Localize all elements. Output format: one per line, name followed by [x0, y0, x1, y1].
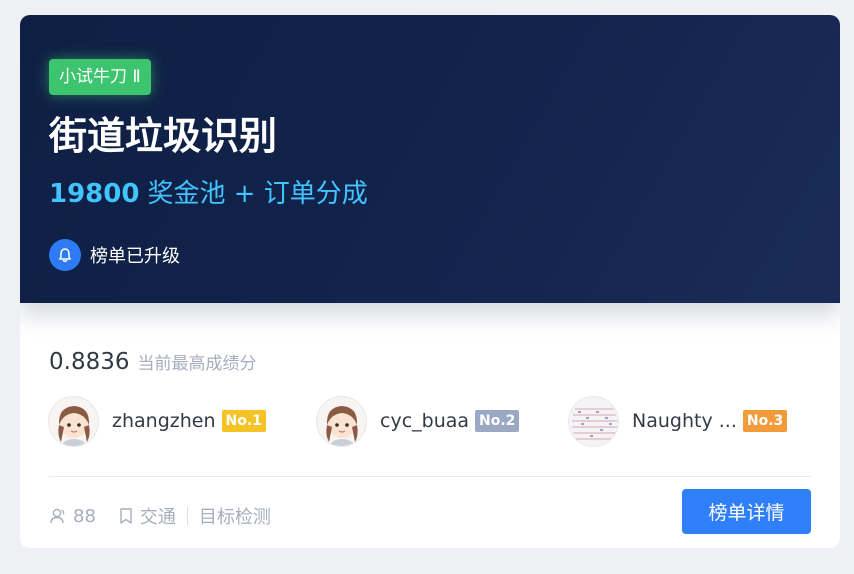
user-name[interactable]: cyc_buaa [380, 410, 469, 432]
leaderboard-entry-2[interactable]: cyc_buaa No.2 [316, 395, 520, 447]
competition-card[interactable]: 小试牛刀 Ⅱ 街道垃圾识别 19800 奖金池 + 订单分成 榜单已升级 0.88… [20, 15, 840, 548]
leaderboard-entry-3[interactable]: Naughty ... No.3 [568, 395, 788, 447]
user-name[interactable]: zhangzhen [112, 410, 216, 432]
bell-icon [49, 239, 81, 271]
rank-badge: No.2 [475, 410, 520, 432]
top-score-value: 0.8836 [49, 349, 130, 375]
competition-title[interactable]: 街道垃圾识别 [49, 111, 277, 161]
prize-text: 奖金池 + 订单分成 [147, 179, 368, 209]
competition-meta: 88 交通 目标检测 [49, 502, 271, 530]
divider [49, 476, 811, 477]
bookmark-icon [118, 507, 134, 525]
user-name[interactable]: Naughty ... [632, 410, 737, 432]
level-tag: 小试牛刀 Ⅱ [49, 59, 151, 95]
leaderboard-upgrade-notice: 榜单已升级 [49, 238, 180, 272]
user-icon [49, 507, 67, 525]
avatar[interactable] [316, 395, 367, 447]
rank-badge: No.1 [221, 410, 266, 432]
leaderboard-entry-1[interactable]: zhangzhen No.1 [48, 395, 266, 447]
competition-banner[interactable]: 小试牛刀 Ⅱ 街道垃圾识别 19800 奖金池 + 订单分成 榜单已升级 [20, 15, 840, 303]
avatar[interactable] [568, 395, 619, 447]
avatar[interactable] [48, 395, 99, 447]
separator [186, 507, 188, 525]
top-score-label: 当前最高成绩分 [137, 354, 257, 374]
rank-badge: No.3 [742, 410, 788, 432]
prize-pool: 19800 奖金池 + 订单分成 [49, 175, 368, 213]
category-label: 交通 [139, 507, 176, 528]
task-label: 目标检测 [198, 507, 271, 528]
prize-amount: 19800 [49, 179, 140, 209]
top-score: 0.8836 当前最高成绩分 [49, 349, 256, 379]
participant-count: 88 [73, 505, 96, 527]
upgrade-label: 榜单已升级 [90, 246, 180, 267]
leaderboard-details-button[interactable]: 榜单详情 [682, 489, 811, 534]
